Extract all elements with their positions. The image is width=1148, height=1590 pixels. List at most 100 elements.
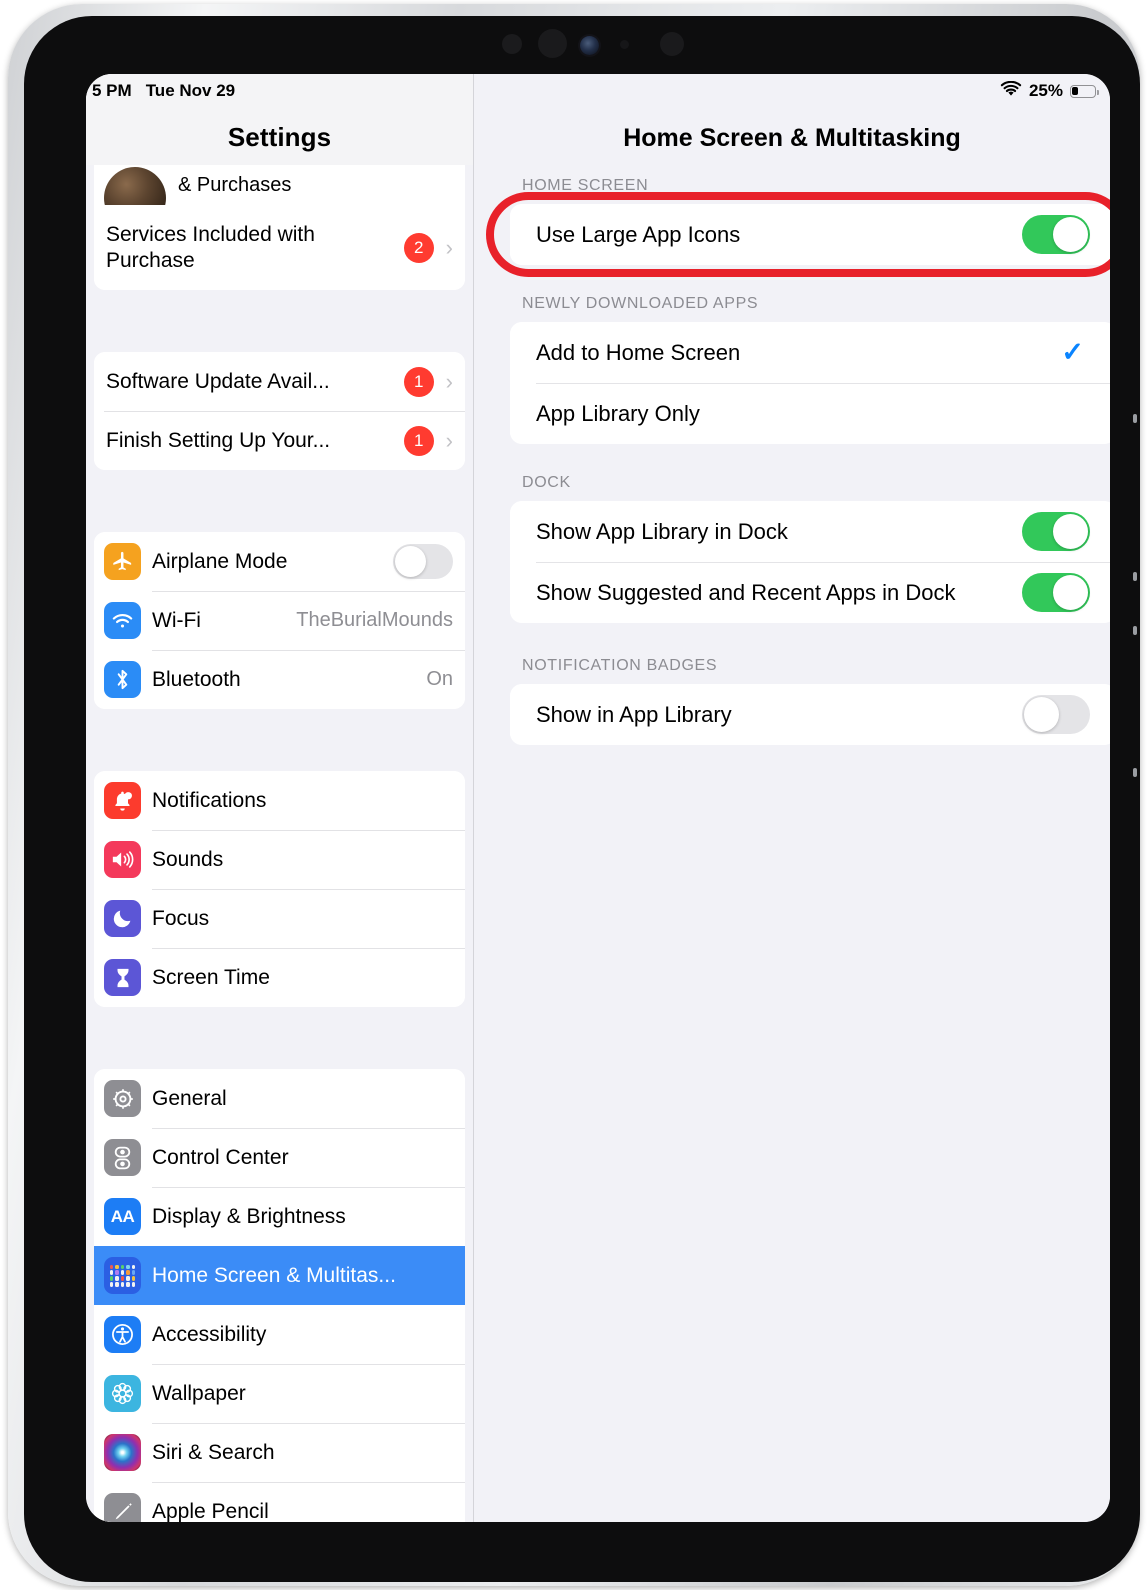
section-header: DOCK	[522, 474, 571, 491]
detail-pane: Home Screen & Multitasking HOME SCREEN U…	[474, 74, 1110, 1522]
sidebar-item-accessibility[interactable]: Accessibility	[94, 1305, 465, 1364]
gear-icon	[104, 1080, 141, 1117]
sidebar-general-group: General Control Center AA Display & Brig…	[94, 1069, 465, 1522]
newly-downloaded-apps-group: Add to Home Screen ✓ App Library Only	[510, 322, 1110, 444]
toggle-knob	[1053, 217, 1088, 252]
show-suggested-and-recent-apps-toggle[interactable]	[1022, 573, 1090, 612]
sidebar-notifications-group: Notifications Sounds Focus Screen Time	[94, 771, 465, 1007]
sidebar-item-software-update[interactable]: Software Update Avail... 1 ›	[94, 352, 465, 411]
wifi-icon	[104, 602, 141, 639]
row-show-suggested-recent-apps[interactable]: Show Suggested and Recent Apps in Dock	[510, 562, 1110, 623]
settings-sidebar: Settings & Purchases Services Included w…	[86, 74, 474, 1522]
sidebar-item-label: Apple Pencil	[152, 1499, 269, 1523]
battery-percent-label: 25%	[1028, 81, 1063, 100]
row-label: Add to Home Screen	[536, 339, 741, 365]
toggle-knob	[1024, 697, 1059, 732]
sidebar-connectivity-group: Airplane Mode Wi-Fi TheBurialMounds Blue…	[94, 532, 465, 709]
app-grid-dots	[109, 1264, 136, 1287]
sidebar-item-finish-setting-up[interactable]: Finish Setting Up Your... 1 ›	[94, 411, 465, 470]
face-sensor-icon	[660, 32, 684, 56]
detail-body: HOME SCREEN Use Large App Icons NEWLY DO…	[474, 165, 1110, 1522]
row-use-large-app-icons[interactable]: Use Large App Icons	[510, 204, 1110, 265]
status-bar-left: 5 PM Tue Nov 29	[92, 81, 235, 101]
front-camera-icon	[580, 36, 599, 55]
ipad-screen: 5 PM Tue Nov 29 25% Settings & Purchases…	[86, 74, 1110, 1522]
row-label: App Library Only	[536, 400, 700, 426]
sliders-icon	[104, 1139, 141, 1176]
smart-connector-dot	[1133, 768, 1137, 777]
sidebar-item-display-brightness[interactable]: AA Display & Brightness	[94, 1187, 465, 1246]
sidebar-item-sounds[interactable]: Sounds	[94, 830, 465, 889]
sidebar-item-label: Finish Setting Up Your...	[106, 428, 331, 452]
sidebar-item-siri-search[interactable]: Siri & Search	[94, 1423, 465, 1482]
row-label: Show Suggested and Recent Apps in Dock	[536, 579, 956, 605]
sidebar-updates-group: Software Update Avail... 1 › Finish Sett…	[94, 352, 465, 470]
sidebar-item-apple-pencil[interactable]: Apple Pencil	[94, 1482, 465, 1522]
sidebar-title: Settings	[227, 122, 332, 152]
airplane-icon	[104, 543, 141, 580]
battery-icon	[1070, 84, 1099, 98]
smart-connector-dot	[1133, 626, 1137, 635]
battery-fill	[1072, 86, 1078, 96]
wifi-icon	[1000, 80, 1022, 102]
status-time: 5 PM	[92, 81, 132, 100]
split-view: Settings & Purchases Services Included w…	[86, 74, 1110, 1522]
sidebar-item-label: Siri & Search	[152, 1440, 275, 1464]
annotated-region: Use Large App Icons	[474, 192, 1110, 277]
smart-connector-dot	[1133, 414, 1137, 423]
show-in-app-library-toggle[interactable]	[1022, 695, 1090, 734]
show-app-library-in-dock-toggle[interactable]	[1022, 512, 1090, 551]
sidebar-item-airplane-mode[interactable]: Airplane Mode	[94, 532, 465, 591]
home-screen-group: Use Large App Icons	[510, 204, 1110, 265]
bluetooth-status: On	[426, 668, 453, 690]
sidebar-item-label: Screen Time	[152, 965, 270, 989]
sidebar-item-screen-time[interactable]: Screen Time	[94, 948, 465, 1007]
sidebar-item-focus[interactable]: Focus	[94, 889, 465, 948]
chevron-right-icon: ›	[445, 368, 453, 394]
toggle-knob	[1053, 575, 1088, 610]
row-show-app-library-in-dock[interactable]: Show App Library in Dock	[510, 501, 1110, 562]
section-newly-downloaded-apps: NEWLY DOWNLOADED APPS Add to Home Screen…	[474, 283, 1110, 444]
apple-id-subtitle: & Purchases	[178, 173, 292, 196]
sidebar-item-label: Sounds	[152, 847, 224, 871]
text-size-glyph: AA	[110, 1207, 135, 1226]
row-show-in-app-library[interactable]: Show in App Library	[510, 684, 1110, 745]
smart-connector-dot	[1133, 572, 1137, 581]
sidebar-item-bluetooth[interactable]: Bluetooth On	[94, 650, 465, 709]
sidebar-item-notifications[interactable]: Notifications	[94, 771, 465, 830]
page-title: Home Screen & Multitasking	[623, 124, 961, 152]
sidebar-item-control-center[interactable]: Control Center	[94, 1128, 465, 1187]
sidebar-item-general[interactable]: General	[94, 1069, 465, 1128]
section-header: HOME SCREEN	[522, 177, 649, 194]
section-notification-badges: NOTIFICATION BADGES Show in App Library	[474, 645, 1110, 745]
airplane-mode-toggle[interactable]	[393, 544, 453, 579]
row-app-library-only[interactable]: App Library Only	[510, 383, 1110, 444]
row-label: Show App Library in Dock	[536, 518, 788, 544]
bluetooth-icon	[104, 661, 141, 698]
sidebar-item-services-included[interactable]: Services Included with Purchase 2 ›	[94, 205, 465, 290]
sidebar-item-label: Display & Brightness	[152, 1204, 346, 1228]
sidebar-item-label: Home Screen & Multitas...	[152, 1263, 396, 1287]
section-header: NOTIFICATION BADGES	[522, 657, 718, 674]
sidebar-item-label: Bluetooth	[152, 667, 241, 691]
hourglass-icon	[104, 959, 141, 996]
text-size-icon: AA	[104, 1198, 141, 1235]
badge-count: 2	[403, 232, 434, 263]
sidebar-item-label: Services Included with Purchase	[106, 222, 315, 272]
use-large-app-icons-toggle[interactable]	[1022, 215, 1090, 254]
sidebar-scroll-area[interactable]: & Purchases Services Included with Purch…	[86, 165, 473, 1522]
status-date: Tue Nov 29	[145, 81, 236, 100]
apple-id-row[interactable]: & Purchases	[94, 165, 465, 229]
sidebar-item-home-screen-multitasking[interactable]: Home Screen & Multitas...	[94, 1246, 465, 1305]
sidebar-item-label: Wallpaper	[152, 1381, 246, 1405]
sidebar-item-wallpaper[interactable]: Wallpaper	[94, 1364, 465, 1423]
row-add-to-home-screen[interactable]: Add to Home Screen ✓	[510, 322, 1110, 383]
pencil-icon	[104, 1493, 141, 1522]
sidebar-item-wifi[interactable]: Wi-Fi TheBurialMounds	[94, 591, 465, 650]
sidebar-item-label: Notifications	[152, 788, 267, 812]
wifi-network-name: TheBurialMounds	[296, 609, 453, 631]
status-bar: 5 PM Tue Nov 29 25%	[86, 74, 1110, 108]
